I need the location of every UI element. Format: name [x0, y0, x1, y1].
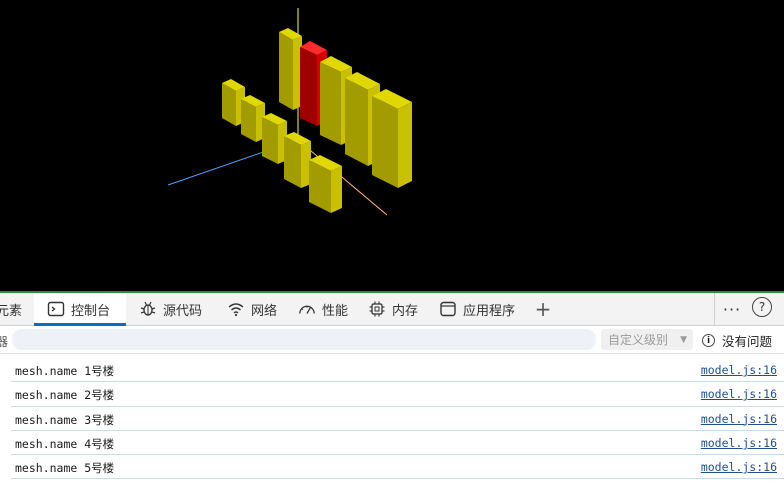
tab-console[interactable]: 控制台 [34, 293, 126, 326]
gauge-icon [298, 300, 316, 318]
building-tall-4[interactable] [372, 89, 412, 188]
filter-input[interactable] [12, 329, 596, 350]
tab-label: 源代码 [163, 303, 203, 319]
building-small-3[interactable] [262, 113, 287, 164]
issues-label: 没有问题 [722, 334, 773, 349]
filter-left-label: 器 [0, 335, 9, 349]
tab-network[interactable]: 网络 [227, 293, 277, 325]
console-message-text: mesh.name 2号楼 [15, 388, 115, 403]
tab-label: 性能 [322, 303, 349, 319]
tab-label: 元素 [0, 303, 23, 319]
console-source-link[interactable]: model.js:16 [701, 436, 777, 450]
console-message-row: mesh.name 4号楼 model.js:16 [11, 431, 784, 456]
console-source-link[interactable]: model.js:16 [701, 363, 777, 377]
console-message-text: mesh.name 1号楼 [15, 364, 115, 378]
tab-sources[interactable]: 源代码 [139, 293, 202, 325]
wifi-icon [227, 300, 245, 318]
console-icon [47, 300, 65, 318]
tab-elements[interactable]: 元素 [0, 293, 22, 325]
tabbar-separator [714, 293, 715, 325]
tab-memory[interactable]: 内存 [368, 293, 418, 325]
building-small-4[interactable] [284, 132, 311, 188]
console-filter-bar: 器 自定义级别 ▼ i 没有问题 [0, 326, 784, 354]
devtools-panel: 元素 控制台 源代码 网络 性能 内存 应用程序 + ··· ? 器 自定义级别… [0, 293, 784, 481]
more-options-button[interactable]: ··· [722, 299, 742, 319]
building-tall-1[interactable] [279, 28, 302, 110]
bug-icon [139, 300, 157, 318]
console-source-link[interactable]: model.js:16 [701, 387, 777, 401]
console-message-row: mesh.name 3号楼 model.js:16 [11, 407, 784, 431]
console-source-link[interactable]: model.js:16 [701, 460, 777, 474]
chevron-down-icon: ▼ [680, 335, 687, 345]
console-log-list: mesh.name 1号楼 model.js:16 mesh.name 2号楼 … [0, 358, 784, 480]
help-button[interactable]: ? [752, 297, 772, 317]
building-small-5[interactable] [309, 155, 342, 213]
scene-canvas[interactable] [0, 0, 784, 291]
console-message-row: mesh.name 1号楼 model.js:16 [11, 358, 784, 383]
devtools-tabbar: 元素 控制台 源代码 网络 性能 内存 应用程序 + ··· ? [0, 293, 784, 326]
chip-icon [368, 300, 386, 318]
log-level-select[interactable]: 自定义级别 ▼ [601, 329, 693, 350]
tab-application[interactable]: 应用程序 [439, 293, 515, 325]
tab-label: 网络 [251, 303, 278, 319]
three-viewport[interactable] [0, 0, 784, 291]
issues-counter[interactable]: i 没有问题 [702, 331, 772, 350]
console-message-row: mesh.name 2号楼 model.js:16 [11, 382, 784, 407]
building-small-2[interactable] [241, 95, 265, 142]
tab-label: 控制台 [71, 303, 111, 319]
console-source-link[interactable]: model.js:16 [701, 412, 777, 426]
info-icon: i [702, 334, 715, 347]
log-level-label: 自定义级别 [608, 333, 669, 347]
window-icon [439, 300, 457, 318]
tab-label: 应用程序 [463, 303, 516, 319]
console-message-text: mesh.name 4号楼 [15, 436, 115, 451]
console-message-text: mesh.name 3号楼 [15, 412, 115, 427]
add-tab-button[interactable]: + [532, 297, 554, 321]
tab-performance[interactable]: 性能 [298, 293, 348, 325]
console-message-row: mesh.name 5号楼 model.js:16 [11, 455, 784, 480]
tab-label: 内存 [392, 303, 419, 319]
console-message-text: mesh.name 5号楼 [15, 461, 115, 476]
